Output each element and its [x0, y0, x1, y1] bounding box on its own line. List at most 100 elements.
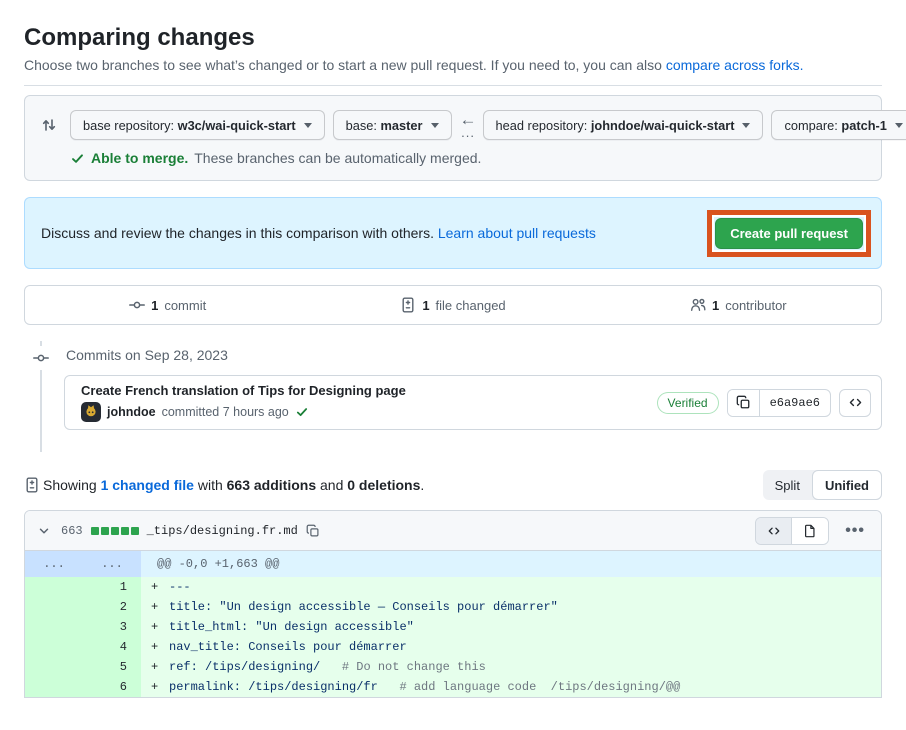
base-repository-value: w3c/wai-quick-start — [178, 118, 296, 133]
compare-across-forks-link[interactable]: compare across forks. — [666, 57, 804, 73]
source-diff-button[interactable] — [756, 518, 792, 544]
base-branch-label: base: — [346, 118, 377, 133]
diff-view-toggle: Split Unified — [763, 470, 882, 500]
direction-dots: ... — [461, 126, 475, 139]
showing-period: . — [420, 477, 424, 493]
diff-line-number[interactable]: 6 — [25, 677, 141, 697]
copy-icon — [736, 395, 751, 410]
copy-icon — [306, 524, 320, 538]
diff-summary-row: Showing 1 changed file with 663 addition… — [24, 470, 882, 500]
merge-status-row: Able to merge. These branches can be aut… — [70, 150, 865, 166]
contributors-summary[interactable]: 1 contributor — [596, 286, 881, 324]
branch-selector-box: base repository: w3c/wai-quick-start bas… — [24, 95, 882, 181]
kebab-icon[interactable]: ••• — [837, 522, 873, 540]
copy-path-button[interactable] — [306, 524, 320, 538]
hunk-gutter-dots: ... — [83, 551, 141, 577]
browse-code-button[interactable] — [839, 389, 871, 417]
diff-line-number[interactable]: 2 — [25, 597, 141, 617]
hunk-gutter: ... ... — [25, 551, 141, 577]
caret-down-icon — [742, 123, 750, 128]
code-icon — [767, 524, 781, 538]
compare-branch-label: compare: — [784, 118, 837, 133]
base-repository-dropdown[interactable]: base repository: w3c/wai-quick-start — [70, 110, 325, 140]
learn-about-pull-requests-link[interactable]: Learn about pull requests — [438, 225, 596, 241]
diff-line: 2 +title: "Un design accessible — Consei… — [25, 597, 881, 617]
files-changed-label: file changed — [436, 298, 506, 313]
diff-line-number[interactable]: 5 — [25, 657, 141, 677]
create-pull-request-button[interactable]: Create pull request — [715, 218, 863, 249]
compare-branch-value: patch-1 — [841, 118, 887, 133]
files-changed-count: 1 — [422, 298, 429, 313]
header-divider — [24, 85, 882, 86]
verified-badge[interactable]: Verified — [657, 392, 719, 414]
file-icon — [803, 524, 817, 538]
files-changed-summary[interactable]: 1 file changed — [310, 286, 595, 324]
code-icon — [848, 395, 863, 410]
additions-count: 663 additions — [227, 477, 316, 493]
file-path[interactable]: _tips/designing.fr.md — [147, 524, 298, 538]
chevron-down-icon — [37, 524, 51, 538]
file-diff-actions: ••• — [755, 517, 873, 545]
unified-view-button[interactable]: Unified — [812, 470, 882, 500]
pull-request-banner: Discuss and review the changes in this c… — [24, 197, 882, 269]
diff-body: ... ... @@ -0,0 +1,663 @@ 1 +--- 2 +titl… — [25, 551, 881, 697]
banner-sentence: Discuss and review the changes in this c… — [41, 225, 434, 241]
diff-line: 4 +nav_title: Conseils pour démarrer — [25, 637, 881, 657]
commit-label: commit — [164, 298, 206, 313]
copy-sha-button[interactable] — [728, 390, 760, 416]
file-diff-icon — [24, 477, 40, 493]
changed-file-link[interactable]: 1 changed file — [101, 477, 194, 493]
commits-section: Commits on Sep 28, 2023 Create French tr… — [24, 339, 882, 452]
banner-text: Discuss and review the changes in this c… — [41, 225, 596, 241]
diff-line: 5 +ref: /tips/designing/ # Do not change… — [25, 657, 881, 677]
commits-summary[interactable]: 1 commit — [25, 286, 310, 324]
merge-status-text: These branches can be automatically merg… — [194, 150, 481, 166]
diff-line-content: +title: "Un design accessible — Conseils… — [141, 600, 558, 614]
diff-line-number[interactable]: 4 — [25, 637, 141, 657]
diff-line: 3 +title_html: "Un design accessible" — [25, 617, 881, 637]
compare-direction-indicator: ← ... — [460, 111, 477, 139]
commit-meta: johndoe committed 7 hours ago — [81, 402, 406, 422]
base-branch-value: master — [381, 118, 423, 133]
diff-line-content: +--- — [141, 580, 191, 594]
commit-info: Create French translation of Tips for De… — [81, 383, 406, 422]
base-repository-label: base repository: — [83, 118, 174, 133]
file-additions-count: 663 — [61, 524, 83, 538]
commit-card: Create French translation of Tips for De… — [64, 375, 882, 430]
avatar[interactable] — [81, 402, 101, 422]
git-compare-icon — [41, 117, 57, 133]
diff-render-toggle — [755, 517, 829, 545]
people-icon — [690, 297, 706, 313]
deletions-count: 0 deletions — [347, 477, 420, 493]
compare-branch-dropdown[interactable]: compare: patch-1 — [771, 110, 906, 140]
split-view-button[interactable]: Split — [763, 470, 812, 500]
caret-down-icon — [304, 123, 312, 128]
commit-title-link[interactable]: Create French translation of Tips for De… — [81, 383, 406, 398]
showing-sentence: Showing 1 changed file with 663 addition… — [43, 477, 424, 493]
commit-sha-link[interactable]: e6a9ae6 — [760, 390, 830, 416]
commit-icon — [129, 297, 145, 313]
head-repository-dropdown[interactable]: head repository: johndoe/wai-quick-start — [483, 110, 764, 140]
diff-line-content: +nav_title: Conseils pour démarrer — [141, 640, 407, 654]
showing-mid: with — [194, 477, 227, 493]
diff-stat-blocks — [91, 527, 139, 535]
showing-prefix: Showing — [43, 477, 101, 493]
hunk-header-row: ... ... @@ -0,0 +1,663 @@ — [25, 551, 881, 577]
commit-icon — [33, 346, 49, 370]
contributor-label: contributor — [725, 298, 786, 313]
merge-status-bold: Able to merge. — [91, 150, 188, 166]
commit-author[interactable]: johndoe — [107, 405, 156, 419]
diff-line-number[interactable]: 3 — [25, 617, 141, 637]
hunk-gutter-dots: ... — [25, 551, 83, 577]
diff-line-number[interactable]: 1 — [25, 577, 141, 597]
diff-line: 1 +--- — [25, 577, 881, 597]
base-branch-dropdown[interactable]: base: master — [333, 110, 452, 140]
head-repository-value: johndoe/wai-quick-start — [591, 118, 735, 133]
diff-line-content: +ref: /tips/designing/ # Do not change t… — [141, 660, 486, 674]
branch-selector-row: base repository: w3c/wai-quick-start bas… — [41, 110, 865, 140]
commit-sha-group: e6a9ae6 — [727, 389, 831, 417]
hunk-header-text: @@ -0,0 +1,663 @@ — [141, 557, 279, 571]
collapse-file-button[interactable] — [35, 522, 53, 540]
rich-diff-button[interactable] — [792, 518, 828, 544]
file-diff-header: 663 _tips/designing.fr.md — [25, 511, 881, 551]
